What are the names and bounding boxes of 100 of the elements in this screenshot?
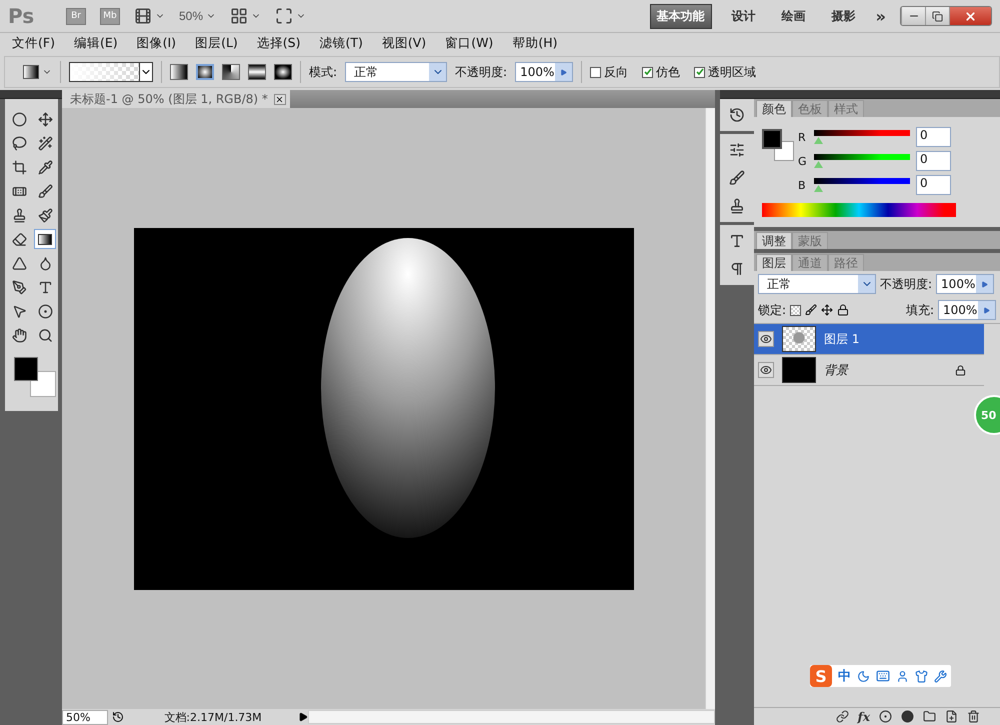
color-spectrum[interactable] <box>762 203 956 217</box>
channel-label: G <box>798 154 808 168</box>
move-icon[interactable] <box>821 304 834 316</box>
pointer-icon <box>12 304 26 318</box>
brush-icon <box>38 184 52 198</box>
workspace-button[interactable]: 绘画 <box>776 4 812 28</box>
keyboard-icon[interactable] <box>876 669 890 683</box>
history-icon[interactable] <box>729 107 745 123</box>
eye-icon[interactable] <box>758 331 774 347</box>
menu-item[interactable]: 图层(L) <box>195 35 238 52</box>
menu-item[interactable]: 编辑(E) <box>74 35 118 52</box>
tool-button[interactable] <box>34 229 56 249</box>
menu-item[interactable]: 窗口(W) <box>445 35 494 52</box>
more-workspaces-button[interactable]: » <box>876 6 886 26</box>
checkbox[interactable] <box>590 66 602 78</box>
sliders-icon[interactable] <box>729 142 745 158</box>
channel-value-field[interactable]: 0 <box>916 127 951 147</box>
link-icon[interactable] <box>836 710 849 723</box>
close-button[interactable] <box>949 7 991 25</box>
vertical-scrollbar[interactable] <box>705 108 715 709</box>
channel-label: B <box>798 178 807 192</box>
workspace-button[interactable]: 摄影 <box>826 4 862 28</box>
channel-value-field[interactable]: 0 <box>916 175 951 195</box>
wrench-icon[interactable] <box>934 670 947 682</box>
workspace-button[interactable]: 基本功能 <box>650 4 712 28</box>
slider-thumb[interactable] <box>814 137 823 144</box>
checkbox[interactable] <box>694 66 706 78</box>
tool-preset-button[interactable] <box>23 65 52 79</box>
panel-tab[interactable]: 图层 <box>756 254 792 271</box>
menu-item[interactable]: 视图(V) <box>382 35 426 52</box>
restore-icon <box>932 10 943 22</box>
folder-icon[interactable] <box>923 710 936 723</box>
lock-transparency-icon[interactable] <box>790 304 802 316</box>
restore-button[interactable] <box>925 7 949 25</box>
channel-slider[interactable] <box>814 178 910 192</box>
lasso-icon <box>12 136 26 150</box>
menu-item[interactable]: 选择(S) <box>256 35 300 52</box>
gradient-type-button[interactable] <box>196 64 214 80</box>
brush-icon[interactable] <box>729 170 745 186</box>
gradient-type-button[interactable] <box>222 64 240 80</box>
user-icon[interactable] <box>896 670 909 682</box>
layer-name: 图层 1 <box>824 330 860 348</box>
slider-thumb[interactable] <box>814 161 823 168</box>
document-tab[interactable]: 未标题-1 @ 50% (图层 1, RGB/8) * <box>62 90 290 108</box>
mask-icon[interactable] <box>879 710 892 723</box>
menu-item[interactable]: 帮助(H) <box>512 35 558 52</box>
gradient-picker[interactable] <box>69 62 153 82</box>
arrange-documents-button[interactable] <box>230 7 262 25</box>
layer-effects-button[interactable]: fx <box>858 710 870 724</box>
channel-value-field[interactable]: 0 <box>916 151 951 171</box>
moon-icon[interactable] <box>857 670 870 682</box>
menu-item[interactable]: 滤镜(T) <box>319 35 363 52</box>
stamp-icon[interactable] <box>729 198 745 214</box>
channel-label: R <box>798 130 807 144</box>
eye-icon[interactable] <box>758 362 774 378</box>
ime-mode-button[interactable]: 中 <box>838 667 851 685</box>
opacity-field[interactable]: 100% <box>936 274 994 294</box>
menu-item[interactable]: 文件(F) <box>12 35 55 52</box>
opacity-field[interactable]: 100% <box>515 62 574 82</box>
document-size-info: 文档:2.17M/1.73M <box>163 710 263 724</box>
slider-thumb[interactable] <box>814 185 823 192</box>
adjustment-icon[interactable] <box>901 710 914 723</box>
mode-select[interactable]: 正常 <box>345 62 448 82</box>
droplet-icon <box>38 256 52 270</box>
gradient-type-button[interactable] <box>274 64 292 80</box>
zoom-level-button[interactable]: 50% <box>179 9 216 23</box>
screen-mode-button[interactable] <box>275 7 306 25</box>
play-icon[interactable] <box>298 712 308 722</box>
stamp-icon <box>12 208 26 222</box>
shirt-icon[interactable] <box>915 670 928 682</box>
layer-row[interactable]: 图层 1 <box>754 324 984 355</box>
brush-icon[interactable] <box>805 304 818 316</box>
blend-mode-select[interactable]: 正常 <box>758 274 876 294</box>
close-tab-button[interactable] <box>274 94 286 104</box>
layer-row[interactable]: 背景 <box>754 355 984 386</box>
layer-thumbnail <box>782 326 816 352</box>
lock-icon[interactable] <box>837 304 850 316</box>
workspace-button[interactable]: 设计 <box>726 4 762 28</box>
trash-icon[interactable] <box>967 710 980 723</box>
search-icon <box>38 328 52 342</box>
layer-thumbnail <box>782 357 816 383</box>
close-icon <box>964 10 977 22</box>
gradient-type-button[interactable] <box>170 64 188 80</box>
new-layer-icon[interactable] <box>945 710 958 723</box>
panel-tab[interactable]: 调整 <box>756 232 792 249</box>
pen-icon <box>12 280 26 294</box>
paragraph-icon[interactable] <box>729 261 745 277</box>
channel-slider[interactable] <box>814 154 910 168</box>
channel-slider[interactable] <box>814 130 910 144</box>
film-icon <box>134 7 152 25</box>
checkbox[interactable] <box>642 66 654 78</box>
fill-field[interactable]: 100% <box>938 300 996 320</box>
gradient-type-button[interactable] <box>248 64 266 80</box>
menu-item[interactable]: 图像(I) <box>136 35 176 52</box>
character-icon[interactable] <box>729 233 745 249</box>
zoom-field[interactable]: 50% <box>62 710 108 724</box>
horizontal-scrollbar[interactable] <box>308 710 715 724</box>
lock-label: 锁定: <box>758 302 786 318</box>
view-extras-button[interactable] <box>134 7 165 25</box>
panel-tab[interactable]: 颜色 <box>756 100 792 117</box>
